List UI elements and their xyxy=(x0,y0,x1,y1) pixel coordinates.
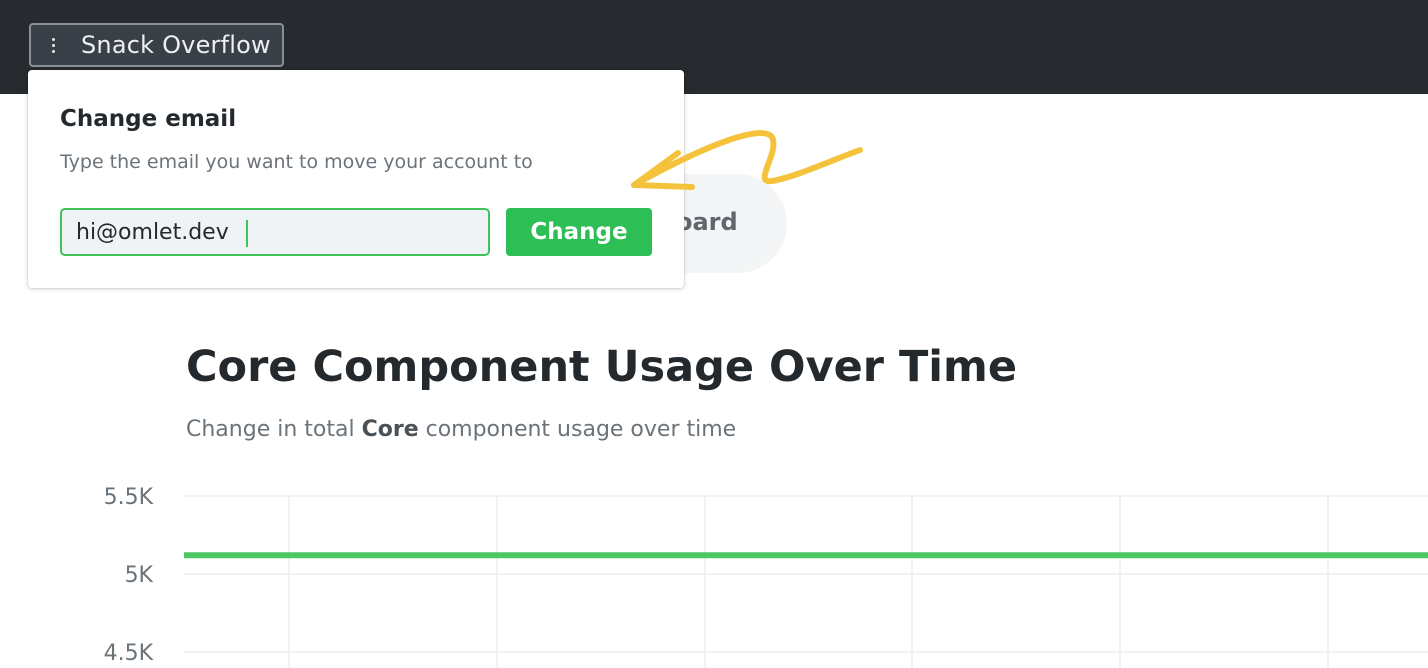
popover-title: Change email xyxy=(60,106,237,132)
chart-subtitle: Change in total Core component usage ove… xyxy=(186,417,736,442)
y-tick-label: 5.5K xyxy=(104,485,154,510)
org-menu-button[interactable]: Snack Overflow xyxy=(29,23,284,67)
usage-line-chart: 5.5K 5K 4.5K xyxy=(104,485,1428,668)
subtitle-bold: Core xyxy=(361,417,419,442)
change-button[interactable]: Change xyxy=(506,208,652,256)
subtitle-suffix: component usage over time xyxy=(418,417,737,442)
org-name: Snack Overflow xyxy=(81,31,271,59)
chart-title: Core Component Usage Over Time xyxy=(186,342,1017,392)
y-tick-label: 5K xyxy=(125,563,154,588)
vertical-dots-icon xyxy=(47,33,61,57)
dashboard-tab-label: oard xyxy=(676,208,738,236)
text-caret xyxy=(246,220,248,247)
subtitle-prefix: Change in total xyxy=(186,417,362,442)
annotation-arrow-icon xyxy=(631,130,863,190)
change-email-popover: Change email Type the email you want to … xyxy=(28,70,684,288)
y-tick-label: 4.5K xyxy=(104,641,154,666)
email-input[interactable] xyxy=(60,208,490,256)
popover-description: Type the email you want to move your acc… xyxy=(60,151,533,173)
